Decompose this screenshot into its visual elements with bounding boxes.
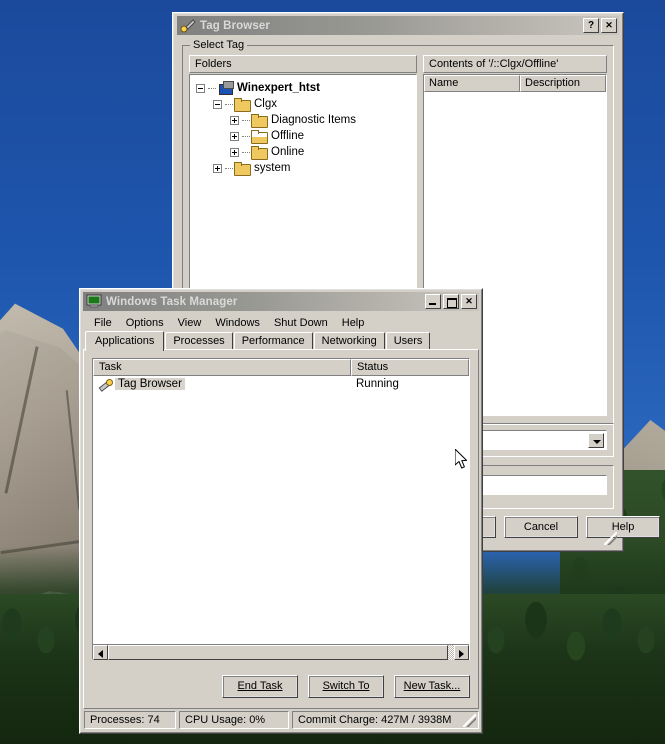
scroll-right-icon[interactable] (454, 644, 469, 660)
tree-connector (242, 151, 250, 153)
tree-node[interactable]: Clgx (213, 96, 416, 112)
column-header-status[interactable]: Status (351, 359, 469, 376)
folder-icon (251, 145, 268, 160)
contents-header: Contents of '/::Clgx/Offline' (423, 55, 607, 73)
tag-browser-icon (180, 18, 196, 33)
scroll-left-icon[interactable] (93, 644, 108, 660)
folders-header: Folders (189, 55, 417, 73)
task-manager-icon (86, 294, 102, 309)
tab-performance[interactable]: Performance (233, 332, 313, 350)
status-commit-charge: Commit Charge: 427M / 3938M (292, 711, 479, 729)
tag-browser-titlebar[interactable]: Tag Browser (177, 16, 619, 35)
contents-column-headers: Name Description (424, 75, 606, 92)
column-header-name[interactable]: Name (424, 75, 520, 92)
menu-item-view[interactable]: View (171, 316, 209, 330)
table-row[interactable]: Tag Browser Running (93, 376, 469, 392)
tree-node-label: Offline (271, 130, 305, 142)
end-task-button[interactable]: End Task (222, 675, 298, 698)
collapse-minus-icon[interactable] (213, 99, 222, 109)
task-list-headers: Task Status (93, 359, 469, 376)
select-tag-label: Select Tag (190, 39, 248, 51)
task-status-label: Running (356, 378, 399, 390)
task-name-cell: Tag Browser (98, 378, 356, 391)
computer-icon (217, 81, 234, 95)
new-task-label: New Task... (403, 680, 461, 692)
help-button[interactable] (583, 18, 599, 33)
tag-browser-window-controls (583, 18, 617, 33)
minimize-icon[interactable] (425, 294, 441, 309)
applications-tab-page: Task Status Tag Browser Running End Task … (83, 349, 479, 709)
task-manager-tabstrip: Applications Processes Performance Networki… (83, 330, 479, 351)
status-cpu-usage: CPU Usage: 0% (179, 711, 289, 729)
task-list-hscrollbar[interactable] (93, 644, 469, 660)
expand-plus-icon[interactable] (230, 115, 239, 125)
menu-item-help[interactable]: Help (335, 316, 372, 330)
switch-to-label: Switch To (322, 680, 370, 692)
expand-plus-icon[interactable] (230, 131, 239, 141)
column-header-description[interactable]: Description (520, 75, 606, 92)
tree-node[interactable]: system (213, 160, 416, 176)
end-task-label: End Task (237, 680, 283, 692)
tab-processes[interactable]: Processes (165, 332, 233, 350)
menu-item-options[interactable]: Options (119, 316, 171, 330)
tree-connector (242, 135, 250, 137)
folder-icon (234, 161, 251, 176)
close-icon[interactable] (601, 18, 617, 33)
tree-node-label: Winexpert_htst (237, 82, 320, 94)
new-task-button[interactable]: New Task... (394, 675, 470, 698)
task-manager-window-controls (425, 294, 477, 309)
task-name-label: Tag Browser (115, 378, 185, 390)
tag-browser-icon (98, 378, 113, 391)
folder-icon (251, 113, 268, 128)
folder-open-icon (251, 129, 268, 144)
applications-task-list[interactable]: Task Status Tag Browser Running (92, 358, 470, 660)
tree-connector (208, 87, 216, 89)
mouse-cursor (454, 448, 469, 470)
menu-item-windows[interactable]: Windows (208, 316, 267, 330)
menu-item-shut-down[interactable]: Shut Down (267, 316, 335, 330)
task-rows-container: Tag Browser Running (93, 376, 469, 392)
tree-node[interactable]: Offline (230, 128, 416, 144)
tree-node[interactable]: Winexpert_htst (196, 80, 416, 96)
resize-grip[interactable] (604, 532, 617, 545)
tree-connector (242, 119, 250, 121)
tree-node-label: system (254, 162, 291, 174)
chevron-down-icon[interactable] (588, 433, 604, 448)
tree-node[interactable]: Online (230, 144, 416, 160)
collapse-minus-icon[interactable] (196, 83, 205, 93)
tree-node-label: Clgx (254, 98, 278, 110)
tree-node[interactable]: Diagnostic Items (230, 112, 416, 128)
tree-connector (225, 103, 233, 105)
tab-applications[interactable]: Applications (85, 331, 165, 351)
close-icon[interactable] (461, 294, 477, 309)
task-manager-window[interactable]: Windows Task Manager FileOptionsViewWind… (79, 288, 483, 734)
tree-connector (225, 167, 233, 169)
tag-browser-title: Tag Browser (200, 19, 270, 32)
cancel-button[interactable]: Cancel (504, 516, 578, 538)
scroll-thumb[interactable] (108, 644, 448, 660)
help-action-button[interactable]: Help (586, 516, 660, 538)
maximize-icon[interactable] (443, 294, 459, 309)
expand-plus-icon[interactable] (230, 147, 239, 157)
statusbar-resize-grip[interactable] (463, 714, 476, 727)
task-manager-titlebar[interactable]: Windows Task Manager (83, 292, 479, 311)
tab-networking[interactable]: Networking (313, 332, 385, 350)
expand-plus-icon[interactable] (213, 163, 222, 173)
task-manager-client: Applications Processes Performance Networki… (83, 330, 479, 709)
tab-users[interactable]: Users (385, 332, 431, 350)
switch-to-button[interactable]: Switch To (308, 675, 384, 698)
tree-node-label: Online (271, 146, 305, 158)
status-processes: Processes: 74 (84, 711, 176, 729)
tree-node-label: Diagnostic Items (271, 114, 357, 126)
menu-item-file[interactable]: File (87, 316, 119, 330)
task-manager-action-buttons: End Task Switch To New Task... (222, 675, 470, 698)
column-header-task[interactable]: Task (93, 359, 351, 376)
task-manager-title: Windows Task Manager (106, 295, 238, 308)
folder-icon (234, 97, 251, 112)
task-manager-statusbar: Processes: 74 CPU Usage: 0% Commit Charg… (83, 710, 479, 730)
folder-tree-root: Winexpert_htst Clgx Diagnostic Items Offlin… (190, 75, 416, 176)
